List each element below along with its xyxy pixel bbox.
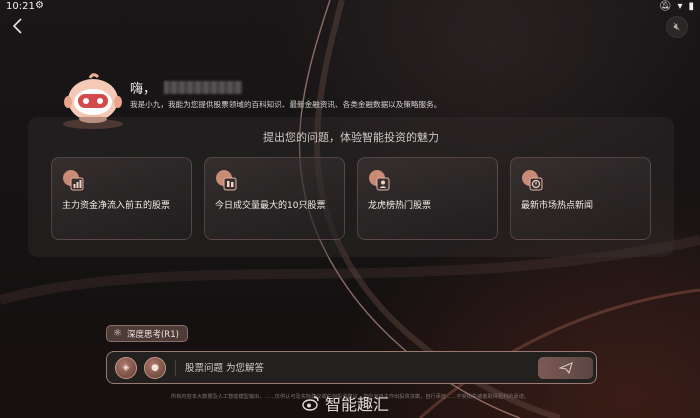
send-icon — [557, 362, 573, 375]
news-icon — [522, 170, 543, 191]
suggestion-label: 龙虎榜热门股票 — [368, 201, 432, 211]
back-button[interactable] — [10, 17, 26, 35]
greeting: 嗨， — [130, 78, 243, 97]
status-icons: 🔕︎ ▾ ▮ — [659, 1, 694, 12]
user-rank-icon — [369, 170, 390, 191]
suggestions-panel: 提出您的问题，体验智能投资的魅力 主力资金净流入前五的股票 今日成交量最大的10… — [28, 117, 674, 257]
suggestion-label: 最新市场热点新闻 — [521, 201, 594, 211]
watermark-text: 智能趣汇 — [325, 395, 390, 414]
stock-tool-icon: ◈ — [122, 363, 130, 373]
assistant-intro: 我是小九，我能为您提供股票领域的百科知识、最新金融资讯、各类金融数据以及策略服务… — [130, 100, 442, 109]
suggestion-label: 今日成交量最大的10只股票 — [215, 201, 326, 211]
candlestick-icon — [216, 170, 237, 191]
send-button[interactable] — [538, 357, 593, 379]
chat-input-bar: ◈ ● — [106, 351, 597, 384]
suggestion-card[interactable]: 龙虎榜热门股票 — [357, 157, 498, 240]
status-time: 10:21 — [6, 1, 35, 12]
suggestion-cards: 主力资金净流入前五的股票 今日成交量最大的10只股票 龙虎榜热门股票 最新市场热… — [51, 157, 651, 240]
atom-icon: ⚛ — [113, 328, 122, 339]
suggestions-title: 提出您的问题，体验智能投资的魅力 — [263, 131, 439, 144]
input-divider — [175, 360, 176, 376]
notifications-off-icon: 🔕︎ — [658, 1, 672, 12]
status-bar: 10:21 ⚙ 🔕︎ ▾ ▮ — [0, 0, 700, 16]
sound-toggle-button[interactable]: 🔇︎ — [666, 16, 688, 38]
stock-tool-button[interactable]: ◈ — [115, 357, 137, 379]
wifi-icon: ▾ — [677, 1, 683, 12]
greeting-hello: 嗨， — [130, 82, 157, 97]
suggestion-card[interactable]: 主力资金净流入前五的股票 — [51, 157, 192, 240]
gear-icon: ⚙ — [35, 0, 44, 11]
back-chevron-icon — [12, 18, 22, 34]
suggestion-card[interactable]: 最新市场热点新闻 — [510, 157, 651, 240]
weibo-logo-icon — [302, 396, 319, 411]
speaker-muted-icon: 🔇︎ — [673, 20, 681, 33]
bar-chart-icon — [63, 170, 84, 191]
voice-input-button[interactable]: ● — [144, 357, 166, 379]
battery-icon: ▮ — [688, 1, 694, 12]
deep-think-label: 深度思考(R1) — [126, 329, 179, 340]
microphone-icon: ● — [151, 363, 159, 373]
suggestion-card[interactable]: 今日成交量最大的10只股票 — [204, 157, 345, 240]
question-input[interactable] — [185, 359, 525, 377]
deep-think-toggle[interactable]: ⚛ 深度思考(R1) — [106, 325, 188, 342]
watermark: 智能趣汇 — [302, 391, 389, 415]
blurred-username — [164, 81, 243, 94]
suggestion-label: 主力资金净流入前五的股票 — [62, 201, 171, 211]
